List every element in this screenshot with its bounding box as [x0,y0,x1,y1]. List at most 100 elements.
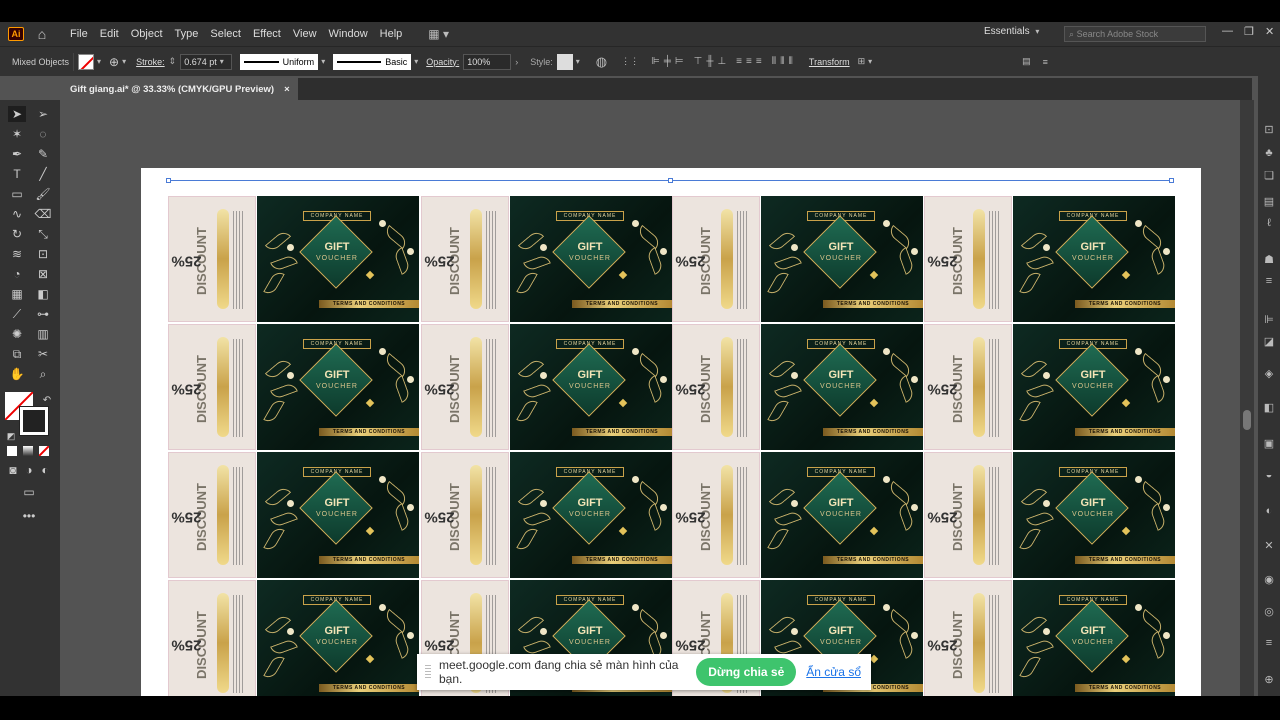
gift-voucher-card[interactable]: 25%DISCOUNT COMPANY NAME GIFTVOUCHER TER… [168,580,419,706]
align-bottom-icon[interactable]: ⊥ [717,56,726,67]
gift-voucher-card[interactable]: 25%DISCOUNT COMPANY NAME GIFTVOUCHER TER… [421,452,672,578]
transform-panel-icon[interactable]: ◪ [1262,334,1276,348]
curvature-tool-icon[interactable]: ✎ [34,146,52,162]
menu-file[interactable]: File [64,22,94,46]
fill-swatch[interactable] [78,53,95,70]
gift-voucher-card[interactable]: 25%DISCOUNT COMPANY NAME GIFTVOUCHER TER… [672,452,923,578]
properties-icon[interactable]: ⊡ [1262,122,1276,136]
cc-libraries-icon[interactable]: ❏ [1262,168,1276,182]
isolate-icon[interactable]: ⊞ [858,56,866,67]
slice-tool-icon[interactable]: ✂ [34,346,52,362]
minimize-icon[interactable]: — [1222,25,1233,37]
selection-handle[interactable] [166,178,171,183]
brushes-icon[interactable]: ℓ [1262,216,1276,230]
distribute-right-icon[interactable]: ⦀ [789,56,793,67]
none-mode-icon[interactable] [39,446,49,456]
default-colors-icon[interactable]: ◩ [2,428,20,444]
direct-selection-tool-icon[interactable]: ➢ [34,106,52,122]
close-tab-icon[interactable]: × [284,84,290,95]
gift-voucher-card[interactable]: 25%DISCOUNT COMPANY NAME GIFTVOUCHER TER… [421,324,672,450]
chevron-down-icon[interactable]: ▾ [122,57,126,66]
asset-export-icon[interactable]: ⊕ [1262,672,1276,686]
warp-tool-icon[interactable]: ≋ [8,246,26,262]
panel-menu-icon[interactable]: ≡ [1043,57,1048,67]
document-tab[interactable]: Gift giang.ai* @ 33.33% (CMYK/GPU Previe… [62,78,298,100]
chevron-right-icon[interactable]: › [515,57,518,67]
gift-voucher-card[interactable]: 25%DISCOUNT COMPANY NAME GIFTVOUCHER TER… [168,196,419,322]
close-window-icon[interactable]: ✕ [1265,25,1274,38]
gift-voucher-card[interactable]: 25%DISCOUNT COMPANY NAME GIFTVOUCHER TER… [168,452,419,578]
search-stock-input[interactable]: ⌕ Search Adobe Stock [1064,26,1206,42]
chevron-down-icon[interactable]: ▾ [97,57,101,66]
selection-handle[interactable] [668,178,673,183]
links-icon[interactable]: ≡ [1262,636,1276,650]
distribute-left-icon[interactable]: ⦀ [772,56,776,67]
brush-definition[interactable]: Basic [333,53,412,70]
align-panel-icon[interactable]: ⊫ [1262,312,1276,326]
opacity-field[interactable]: 100% [463,53,512,70]
align-middle-icon[interactable]: ╫ [706,56,713,67]
selection-handle[interactable] [1169,178,1174,183]
align-center-icon[interactable]: ╪ [664,56,671,67]
restore-icon[interactable]: ❐ [1244,25,1254,38]
distribute-bottom-icon[interactable]: ≡ [756,56,762,67]
menu-view[interactable]: View [287,22,323,46]
chevron-down-icon[interactable]: ▾ [868,57,872,66]
rotate-tool-icon[interactable]: ↻ [8,226,26,242]
line-tool-icon[interactable]: ╱ [34,166,52,182]
libraries-icon[interactable]: ♣ [1262,146,1276,160]
align-top-icon[interactable]: ⊤ [694,56,703,67]
navigator-icon[interactable]: ◎ [1262,604,1276,618]
swap-colors-icon[interactable]: ↶ [38,392,56,408]
menu-select[interactable]: Select [204,22,247,46]
transform-link[interactable]: Transform [809,57,850,67]
color-icon[interactable]: ◒ [1262,468,1276,482]
more-tools-icon[interactable]: ••• [20,508,38,524]
magic-wand-icon[interactable]: ✶ [8,126,26,142]
layers-icon[interactable]: ◈ [1262,366,1276,380]
shaper-tool-icon[interactable]: ∿ [8,206,26,222]
zoom-tool-icon[interactable]: ⌕ [34,366,52,382]
shape-builder-icon[interactable]: ◔ [8,266,26,282]
recolor-artwork-icon[interactable]: ◍ [596,54,607,70]
distribute-center-icon[interactable]: ⦀ [780,56,784,67]
scale-tool-icon[interactable]: ⤡ [34,226,52,242]
type-tool-icon[interactable]: T [8,166,26,182]
vertical-scrollbar[interactable] [1240,100,1254,696]
gift-voucher-card[interactable]: 25%DISCOUNT COMPANY NAME GIFTVOUCHER TER… [168,324,419,450]
column-graph-icon[interactable]: ▥ [34,326,52,342]
workspace-switcher[interactable]: Essentials ▾ [984,26,1039,37]
paintbrush-icon[interactable]: 🖌 [34,186,52,202]
symbol-sprayer-icon[interactable]: ✺ [8,326,26,342]
menu-window[interactable]: Window [323,22,374,46]
stroke-weight-field[interactable]: 0.674 pt ▾ [180,53,233,70]
gift-voucher-card[interactable]: 25%DISCOUNT COMPANY NAME GIFTVOUCHER TER… [924,196,1175,322]
transparency-icon[interactable]: ✕ [1262,538,1276,552]
distribute-middle-icon[interactable]: ≡ [746,56,752,67]
swatches-icon[interactable]: ▤ [1262,194,1276,208]
menu-effect[interactable]: Effect [247,22,287,46]
drag-handle-icon[interactable] [425,665,431,679]
gradient-mode-icon[interactable] [23,446,33,456]
menu-type[interactable]: Type [169,22,205,46]
gift-voucher-card[interactable]: 25%DISCOUNT COMPANY NAME GIFTVOUCHER TER… [924,452,1175,578]
chevron-down-icon[interactable]: ▾ [576,57,580,66]
pen-tool-icon[interactable]: ✒ [8,146,26,162]
artboards-icon[interactable]: ◧ [1262,400,1276,414]
variable-width-profile[interactable]: Uniform [240,53,319,70]
stepper-icon[interactable]: ⇕ [169,56,177,67]
eyedropper-icon[interactable]: ⟋ [8,306,26,322]
stroke-panel-icon[interactable]: ≡ [1262,274,1276,288]
color-mode-icon[interactable] [7,446,17,456]
opacity-label[interactable]: Opacity: [426,57,459,67]
graphic-styles-icon[interactable]: ◐ [1262,504,1276,518]
appearance-icon[interactable]: ▣ [1262,436,1276,450]
screen-mode-icon[interactable]: ▭ [20,484,38,500]
gradient-panel-icon[interactable]: ◉ [1262,572,1276,586]
chevron-down-icon[interactable]: ▾ [414,57,418,66]
eraser-icon[interactable]: ⌫ [34,206,52,222]
graphic-style-swatch[interactable] [556,53,573,70]
align-right-icon[interactable]: ⊨ [675,56,684,67]
gift-voucher-card[interactable]: 25%DISCOUNT COMPANY NAME GIFTVOUCHER TER… [924,580,1175,706]
menu-edit[interactable]: Edit [94,22,125,46]
